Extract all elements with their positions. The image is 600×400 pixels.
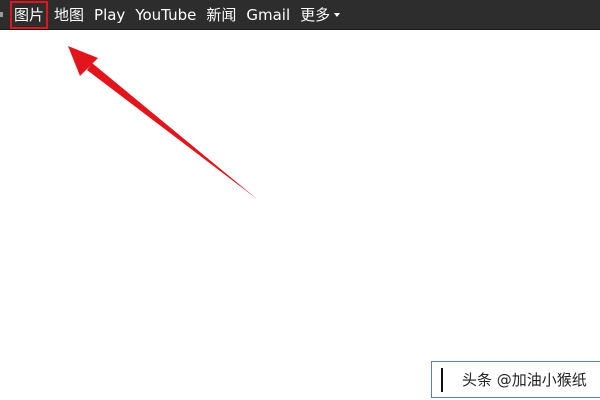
text-cursor-icon <box>441 368 443 392</box>
nav-link-maps[interactable]: 地图 <box>54 5 84 25</box>
nav-link-youtube[interactable]: YouTube <box>135 5 196 25</box>
nav-link-news[interactable]: 新闻 <box>206 5 236 25</box>
top-nav: 图片 地图 Play YouTube 新闻 Gmail 更多 <box>0 0 350 30</box>
chevron-down-icon <box>334 12 341 17</box>
arrow-head-icon <box>68 46 98 76</box>
nav-link-play[interactable]: Play <box>94 5 125 25</box>
annotation-arrow <box>68 46 257 199</box>
nav-link-images[interactable]: 图片 <box>9 1 49 29</box>
screenshot-page: 图片 地图 Play YouTube 新闻 Gmail 更多 头条 @加油小猴纸 <box>0 0 600 400</box>
arrow-shaft <box>87 63 257 199</box>
google-top-bar: 图片 地图 Play YouTube 新闻 Gmail 更多 <box>0 0 600 30</box>
nav-link-more[interactable]: 更多 <box>300 5 341 25</box>
nav-link-gmail[interactable]: Gmail <box>246 5 290 25</box>
nav-link-more-label: 更多 <box>300 6 331 24</box>
watermark-text: 头条 @加油小猴纸 <box>462 371 587 389</box>
watermark-box: 头条 @加油小猴纸 <box>431 361 600 398</box>
